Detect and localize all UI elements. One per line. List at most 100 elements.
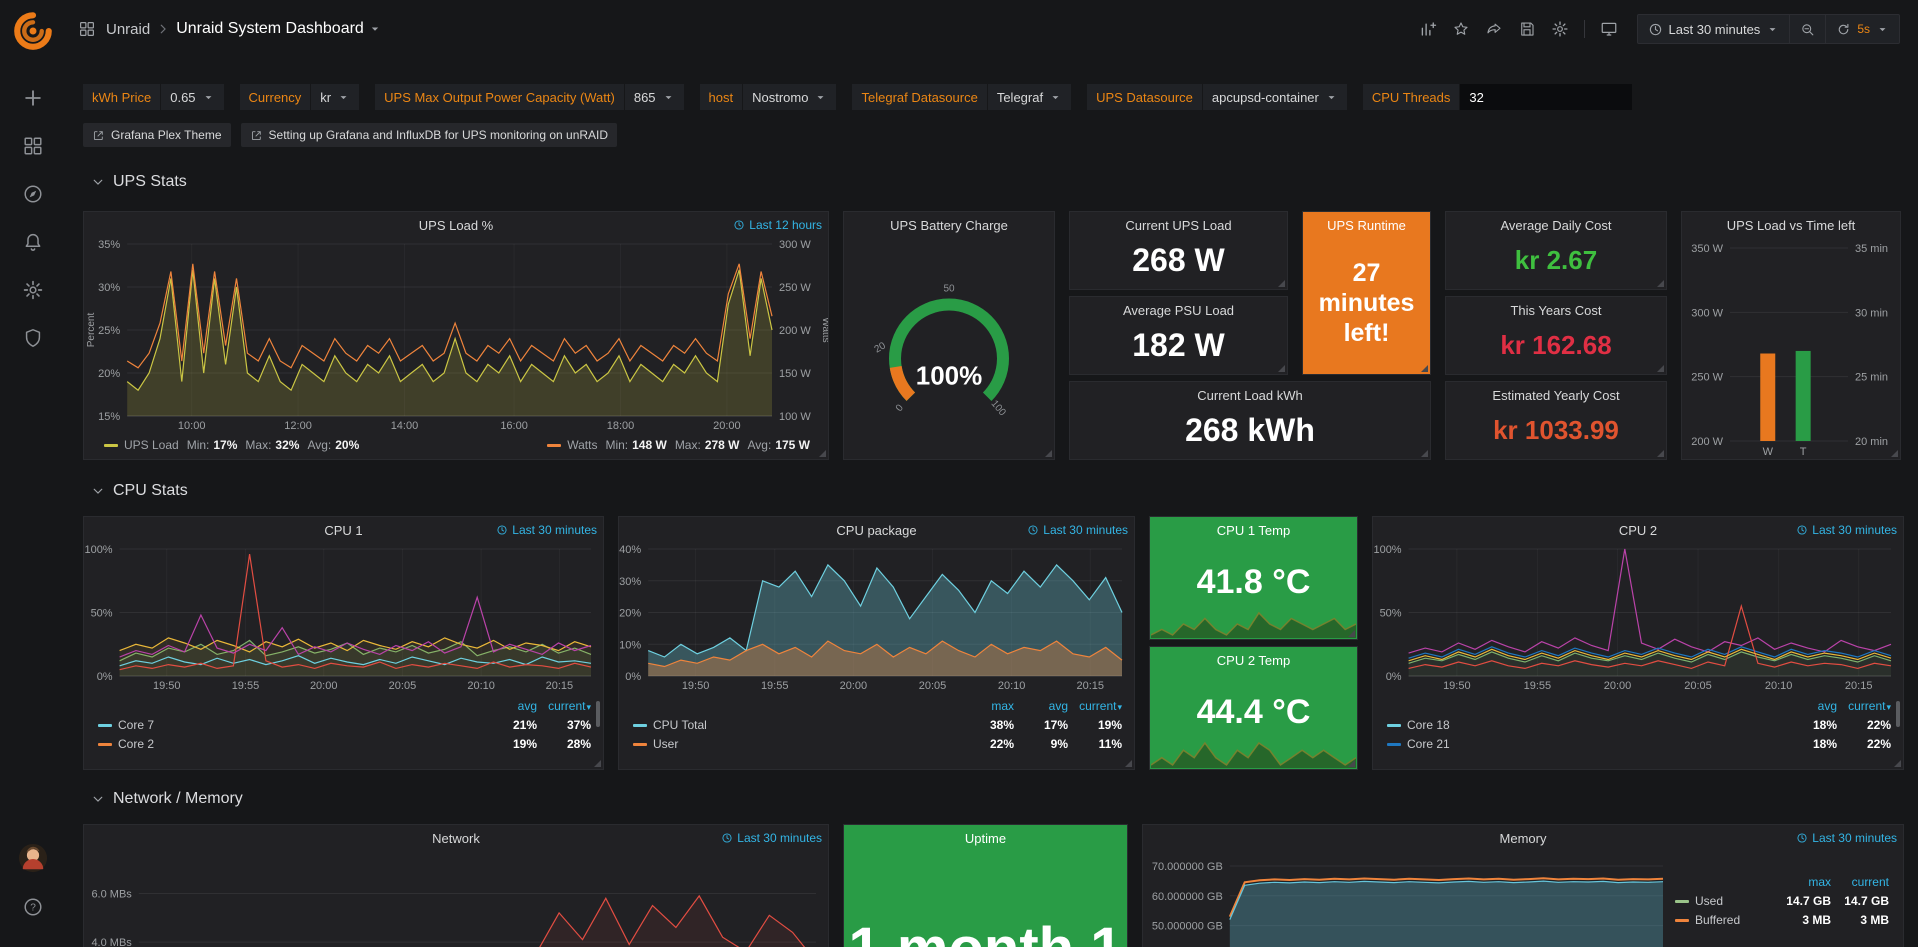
dashboard-link[interactable]: Setting up Grafana and InfluxDB for UPS … [241,123,618,147]
legend-series-name[interactable]: Watts [567,438,597,452]
variable-value[interactable]: Telegraf [987,84,1071,110]
cpu2-chart[interactable]: 0%50%100%19:5019:5520:0020:0520:1020:15 [1373,543,1903,693]
legend-scrollbar[interactable] [596,701,600,727]
row-header-network-memory[interactable]: Network / Memory [83,784,1904,814]
legend-series-name[interactable]: Core 21 [1387,737,1783,751]
explore-icon[interactable] [22,183,44,205]
legend-series-name[interactable]: Core 7 [98,718,483,732]
breadcrumb: Unraid Unraid System Dashboard [78,20,382,38]
panel-title[interactable]: CPU package [836,523,916,538]
variable-value[interactable]: 865 [624,84,684,110]
variable-input[interactable] [1460,84,1632,110]
legend-value: 19% [483,737,537,751]
caret-down-icon [814,91,827,104]
svg-text:100%: 100% [916,361,983,391]
panel-title[interactable]: UPS Load vs Time left [1727,218,1856,233]
svg-text:19:55: 19:55 [232,680,260,692]
memory-chart[interactable]: 50.000000 GB60.000000 GB70.000000 GB [1143,851,1675,947]
legend-series-name[interactable]: Core 18 [1387,718,1783,732]
panel-time-override[interactable]: Last 30 minutes [1796,517,1897,543]
legend-series-name[interactable]: Buffered [1675,913,1773,927]
legend-column-avg[interactable]: avg [483,699,537,713]
dashboards-icon[interactable] [22,135,44,157]
panel-title[interactable]: Current Load kWh [1197,388,1303,403]
panel-title[interactable]: Average Daily Cost [1500,218,1611,233]
panel-cpu2: CPU 2 Last 30 minutes 0%50%100%19:5019:5… [1372,516,1904,770]
add-panel-icon[interactable] [1419,20,1437,38]
legend-value: 37% [537,718,591,732]
legend-column-avg[interactable]: avg [1014,699,1068,713]
legend-column-current[interactable]: current▾ [1068,699,1122,713]
variable-value[interactable]: Nostromo [742,84,836,110]
legend-series-name[interactable]: UPS Load [124,438,179,452]
panel-title[interactable]: CPU 1 Temp [1217,523,1290,538]
legend-scrollbar[interactable] [1896,701,1900,727]
stat-value: 182 W [1070,323,1287,374]
favorite-star-icon[interactable] [1452,20,1470,38]
panel-time-override[interactable]: Last 30 minutes [721,825,822,851]
zoom-out-button[interactable] [1790,15,1826,43]
panel-time-override[interactable]: Last 30 minutes [1796,825,1897,851]
external-link-icon [92,129,105,142]
variable-value[interactable]: kr [310,84,359,110]
panel-title[interactable]: UPS Battery Charge [890,218,1008,233]
legend-column-max[interactable]: max [1773,875,1831,889]
legend-series-name[interactable]: CPU Total [633,718,960,732]
legend-series-name[interactable]: Used [1675,894,1773,908]
panel-title[interactable]: Network [432,831,480,846]
server-admin-icon[interactable] [22,327,44,349]
legend-row: Buffered3 MB3 MB [1675,913,1889,927]
panel-title[interactable]: Estimated Yearly Cost [1492,388,1619,403]
svg-text:20:10: 20:10 [467,680,495,692]
ups-bars-chart[interactable]: 200 W250 W300 W350 W20 min25 min30 min35… [1682,238,1900,460]
user-avatar[interactable] [18,843,48,873]
alerting-icon[interactable] [22,231,44,253]
cpu-package-chart[interactable]: 0%10%20%30%40%19:5019:5520:0020:0520:102… [619,543,1134,693]
cycle-view-icon[interactable] [1600,20,1618,38]
configuration-icon[interactable] [22,279,44,301]
breadcrumb-dashboard-title[interactable]: Unraid System Dashboard [176,20,364,38]
panel-title[interactable]: This Years Cost [1510,303,1601,318]
panel-title[interactable]: UPS Runtime [1327,218,1406,233]
variable-value[interactable]: apcupsd-container [1202,84,1347,110]
dashboard-link[interactable]: Grafana Plex Theme [83,123,231,147]
svg-text:19:50: 19:50 [153,680,181,692]
legend-column-current[interactable]: current▾ [537,699,591,713]
panel-title[interactable]: Average PSU Load [1123,303,1234,318]
cpu2-legend: avgcurrent▾Core 1818%22%Core 2118%22% [1373,693,1903,769]
row-header-cpu-stats[interactable]: CPU Stats [83,476,1904,506]
panel-title[interactable]: Memory [1500,831,1547,846]
share-icon[interactable] [1485,20,1503,38]
panel-title[interactable]: UPS Load % [419,218,493,233]
panel-time-override[interactable]: Last 30 minutes [496,517,597,543]
svg-text:30%: 30% [98,282,120,294]
save-icon[interactable] [1518,20,1536,38]
panel-title[interactable]: CPU 2 Temp [1217,653,1290,668]
time-range-picker[interactable]: Last 30 minutes [1638,15,1791,43]
panel-time-override[interactable]: Last 30 minutes [1027,517,1128,543]
legend-column-max[interactable]: max [960,699,1014,713]
row-header-ups-stats[interactable]: UPS Stats [83,167,1904,197]
panel-time-override[interactable]: Last 12 hours [733,212,822,238]
ups-load-chart[interactable]: 15%20%25%30%35%100 W150 W200 W250 W300 W… [84,238,828,435]
refresh-button[interactable]: 5s [1826,15,1899,43]
cpu1-chart[interactable]: 0%50%100%19:5019:5520:0020:0520:1020:15 [84,543,603,693]
create-icon[interactable] [22,87,44,109]
panel-title[interactable]: CPU 2 [1619,523,1657,538]
legend-column-current[interactable]: current▾ [1837,699,1891,713]
breadcrumb-folder[interactable]: Unraid [106,21,150,38]
legend-series-name[interactable]: User [633,737,960,751]
legend-series-name[interactable]: Core 2 [98,737,483,751]
dashboard-settings-icon[interactable] [1551,20,1569,38]
refresh-interval[interactable]: 5s [1857,22,1870,36]
variable-value[interactable]: 0.65 [160,84,223,110]
caret-down-icon[interactable] [368,22,382,36]
panel-title[interactable]: Uptime [965,831,1006,846]
panel-title[interactable]: Current UPS Load [1125,218,1231,233]
network-chart[interactable]: 2.0 MBs4.0 MBs6.0 MBs [84,851,828,947]
legend-column-avg[interactable]: avg [1783,699,1837,713]
help-icon[interactable]: ? [22,896,44,918]
panel-title[interactable]: CPU 1 [324,523,362,538]
legend-column-current[interactable]: current [1831,875,1889,889]
grafana-logo[interactable] [12,10,54,52]
